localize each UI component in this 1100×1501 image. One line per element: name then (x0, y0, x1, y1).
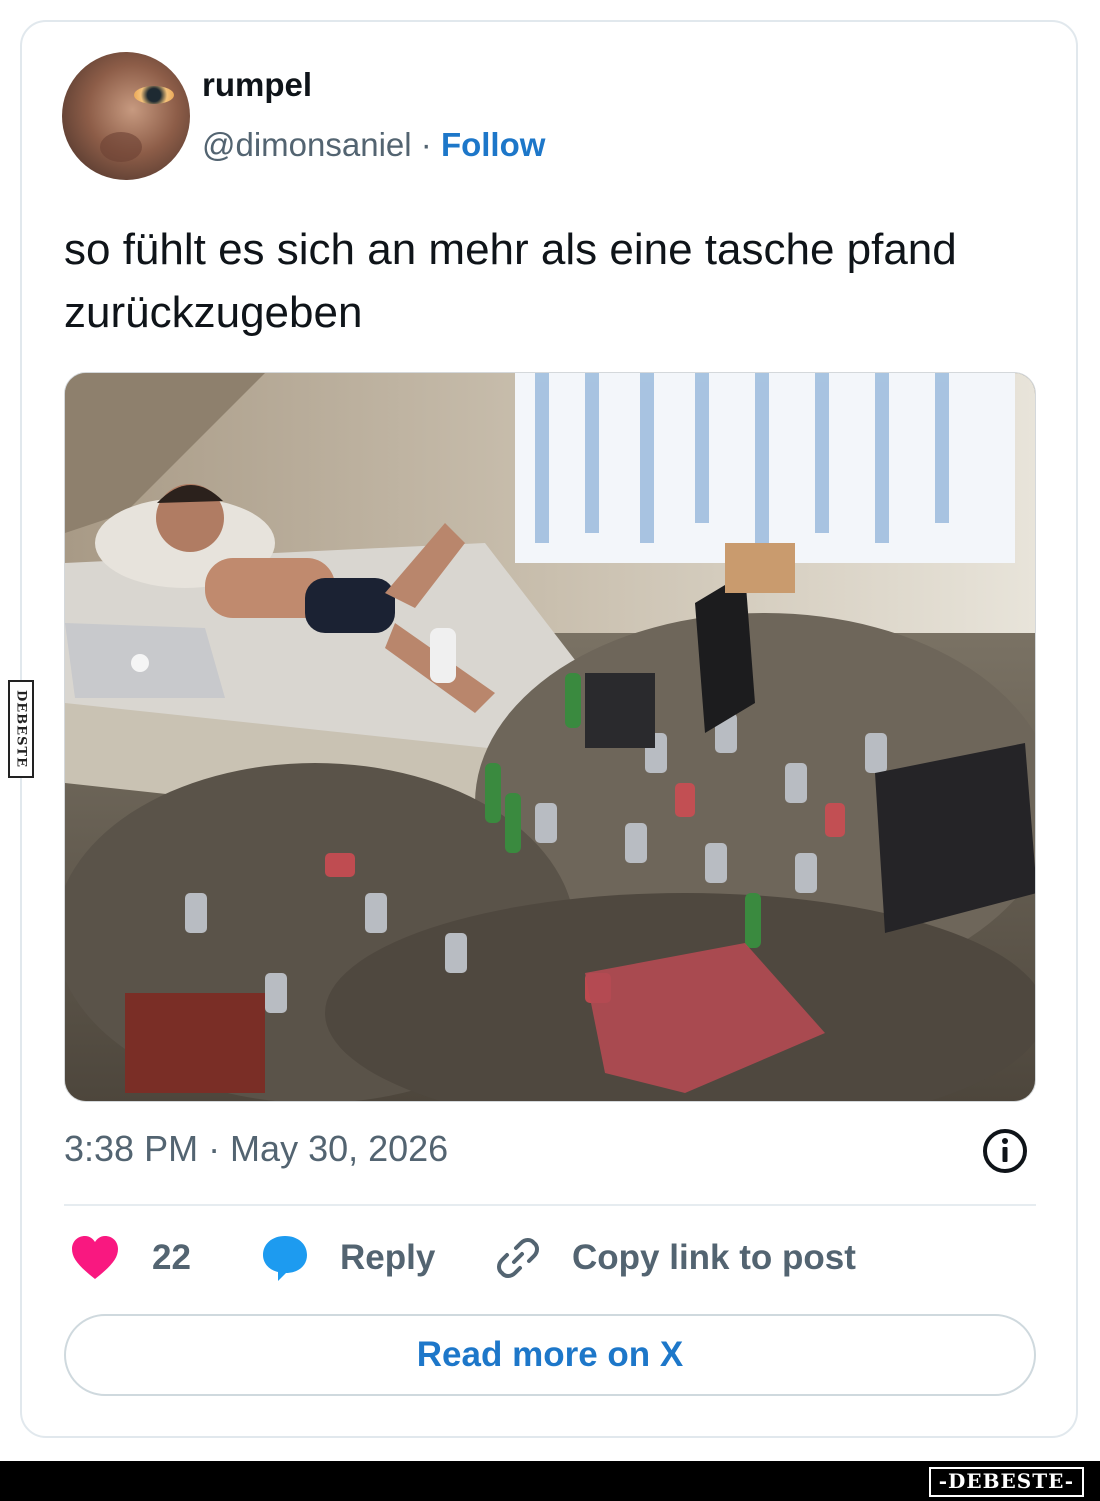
speech-bubble-icon (263, 1236, 307, 1281)
follow-button[interactable]: Follow (441, 126, 545, 163)
side-watermark: DEBESTE (8, 680, 34, 778)
like-button[interactable]: 22 (70, 1228, 191, 1288)
heart-icon (72, 1236, 118, 1279)
tweet-photo[interactable] (64, 372, 1036, 1102)
bottom-bar: -DEBESTE- (0, 1461, 1100, 1501)
action-bar: 22 Reply Copy link to post (64, 1228, 1036, 1288)
separator: · (411, 126, 441, 163)
author-handle[interactable]: @dimonsaniel (202, 126, 412, 163)
bottom-watermark: -DEBESTE- (928, 1467, 1084, 1497)
reply-label: Reply (340, 1238, 436, 1277)
handle-row: @dimonsaniel · Follow (202, 126, 545, 164)
reply-button[interactable]: Reply (260, 1228, 435, 1288)
photo-illustration (65, 373, 1035, 1101)
copy-link-button[interactable]: Copy link to post (494, 1228, 856, 1288)
like-count: 22 (152, 1238, 191, 1277)
author-name[interactable]: rumpel (202, 66, 312, 104)
avatar[interactable] (62, 52, 190, 180)
avatar-eye (134, 86, 174, 104)
tweet-text: so fühlt es sich an mehr als eine tasche… (64, 225, 957, 337)
timestamp[interactable]: 3:38 PM · May 30, 2026 (64, 1128, 448, 1170)
info-icon[interactable] (982, 1128, 1028, 1174)
read-more-button[interactable]: Read more on X (64, 1314, 1036, 1396)
divider (64, 1204, 1036, 1206)
link-icon (497, 1238, 539, 1278)
avatar-face-shade (100, 132, 142, 162)
copy-link-label: Copy link to post (572, 1238, 856, 1277)
